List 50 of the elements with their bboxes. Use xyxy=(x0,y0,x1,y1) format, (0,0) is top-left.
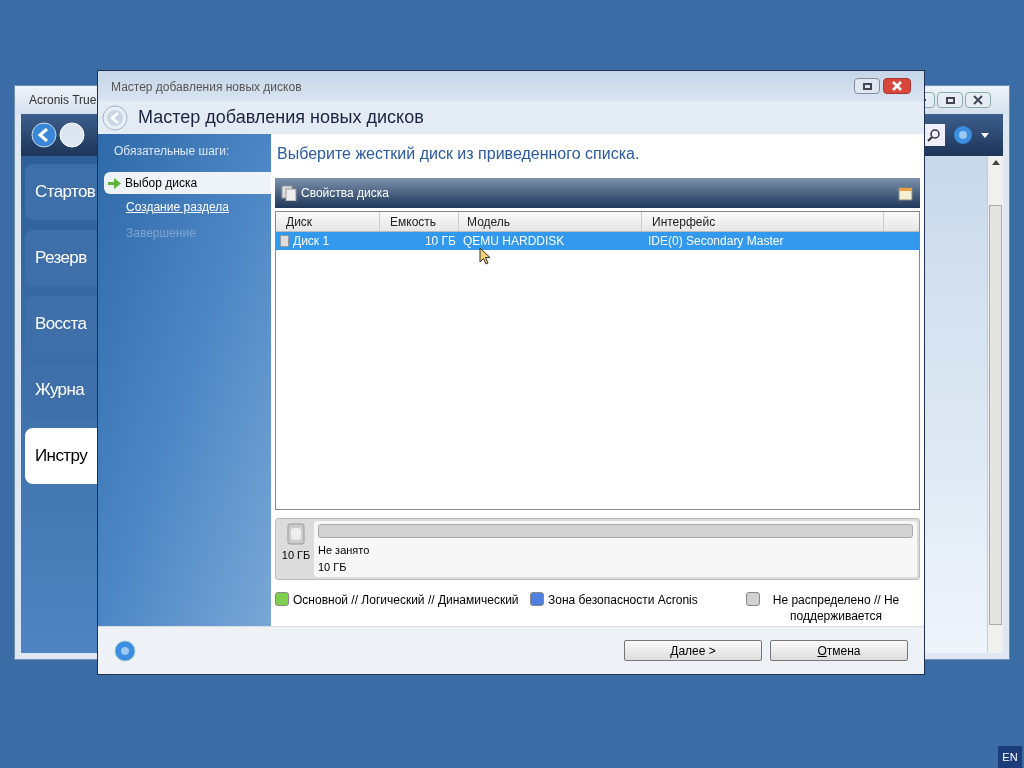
restore-button[interactable] xyxy=(854,78,880,94)
table-cell-text: IDE(0) Secondary Master xyxy=(648,233,784,250)
partition-size: 10 ГБ xyxy=(318,559,348,575)
disk-properties-button[interactable]: Свойства диска xyxy=(301,184,389,202)
wizard-heading: Мастер добавления новых дисков xyxy=(138,106,424,129)
steps-header: Обязательные шаги: xyxy=(113,143,231,160)
table-cell-text: QEMU HARDDISK xyxy=(463,233,565,250)
instruction-text: Выберите жесткий диск из приведенного списка. xyxy=(276,144,641,164)
notepad-icon[interactable] xyxy=(898,185,914,201)
nav-item[interactable]: Журна xyxy=(25,362,97,418)
document-icon xyxy=(281,185,297,201)
nav-item[interactable]: Резерв xyxy=(25,230,97,286)
column-header[interactable]: Модель xyxy=(459,212,642,231)
partition-label: Не занято xyxy=(318,543,371,558)
disk-size: 10 ГБ xyxy=(281,548,311,563)
arrow-icon xyxy=(108,177,121,189)
column-header[interactable]: Диск xyxy=(276,212,380,231)
scroll-up-icon[interactable] xyxy=(991,160,1000,165)
wizard-step[interactable]: Выбор диска xyxy=(104,172,271,194)
search-button[interactable] xyxy=(923,124,945,146)
scrollbar[interactable] xyxy=(987,156,1003,653)
language-indicator[interactable]: EN xyxy=(998,746,1022,768)
nav-item[interactable]: Инстру xyxy=(25,428,97,484)
back-button[interactable] xyxy=(31,122,57,148)
close-button[interactable] xyxy=(883,78,911,94)
legend-label: Зона безопасности Acronis xyxy=(548,592,698,608)
search-icon xyxy=(927,128,941,142)
dialog-button[interactable]: Отмена xyxy=(770,640,908,661)
close-icon xyxy=(892,81,902,91)
close-button[interactable] xyxy=(965,92,991,108)
legend-label: Не распределено // Не поддерживается xyxy=(771,592,901,624)
wizard-step[interactable]: Создание раздела xyxy=(104,194,271,220)
caret-icon[interactable] xyxy=(981,132,989,138)
mouse-cursor-icon xyxy=(479,247,491,265)
forward-button[interactable] xyxy=(59,122,85,148)
window-title: Acronis True xyxy=(29,92,97,109)
partition-block[interactable]: Не занято 10 ГБ xyxy=(314,521,917,577)
dialog-button[interactable]: Далее > xyxy=(624,640,762,661)
window-title: Мастер добавления новых дисков xyxy=(111,79,302,96)
legend-label: Основной // Логический // Динамический xyxy=(293,592,519,608)
close-icon xyxy=(973,95,983,105)
maximize-button[interactable] xyxy=(937,92,963,108)
nav-item[interactable]: Восста xyxy=(25,296,97,352)
column-header[interactable]: Емкость xyxy=(380,212,459,231)
wizard-step: Завершение xyxy=(104,220,271,246)
nav-item[interactable]: Стартов xyxy=(25,164,97,220)
table-cell-text: 10 ГБ xyxy=(424,233,456,250)
column-header[interactable]: Интерфейс xyxy=(642,212,884,231)
table-cell-text: Диск 1 xyxy=(293,233,330,250)
scroll-thumb[interactable] xyxy=(989,205,1002,625)
